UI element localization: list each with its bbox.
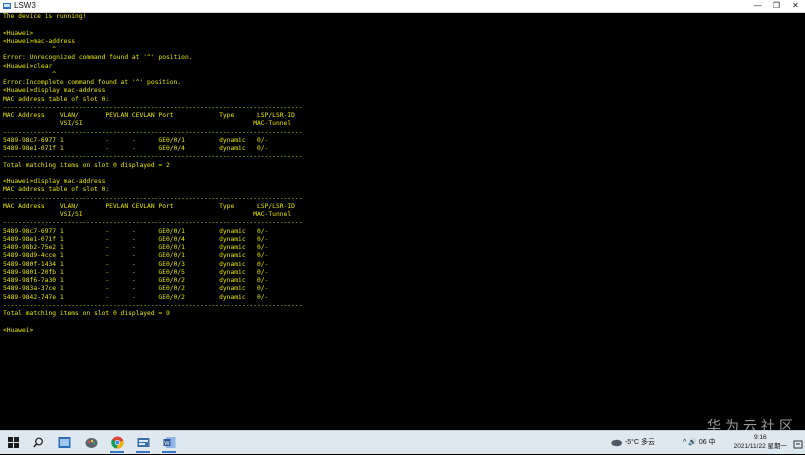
restore-button[interactable]: ❐: [767, 0, 786, 12]
app-icon: [3, 3, 11, 9]
terminal-console[interactable]: The device is running! <Huawei> <Huawei>…: [0, 13, 805, 430]
weather-widget[interactable]: -5°C 多云: [610, 431, 655, 454]
window-title: LSW3: [14, 1, 36, 10]
paint-icon[interactable]: [82, 434, 100, 450]
notification-icon[interactable]: [793, 437, 803, 449]
cloud-icon: [611, 439, 622, 446]
taskbar: W -5°C 多云 ^ 🔊 06 中 9:16 2021/11/22 星期一: [0, 430, 805, 454]
terminal-output: The device is running! <Huawei> <Huawei>…: [3, 13, 303, 334]
search-icon[interactable]: [29, 434, 47, 450]
word-icon[interactable]: W: [160, 434, 178, 453]
minimize-button[interactable]: —: [748, 0, 767, 12]
clock-date: 2021/11/22 星期一: [733, 443, 787, 450]
window-titlebar[interactable]: LSW3 — ❐ ✕: [0, 0, 805, 13]
ensp-icon[interactable]: [134, 434, 152, 453]
chrome-icon[interactable]: [108, 434, 126, 453]
network-tool-icon[interactable]: [55, 434, 73, 450]
weather-text: -5°C 多云: [624, 439, 655, 446]
start-icon[interactable]: [4, 434, 22, 450]
system-tray[interactable]: ^ 🔊 06 中: [683, 431, 716, 454]
close-button[interactable]: ✕: [786, 0, 805, 12]
clock-time: 9:16: [753, 434, 767, 441]
svg-text:W: W: [164, 440, 170, 446]
clock[interactable]: 9:16 2021/11/22 星期一: [734, 433, 787, 451]
